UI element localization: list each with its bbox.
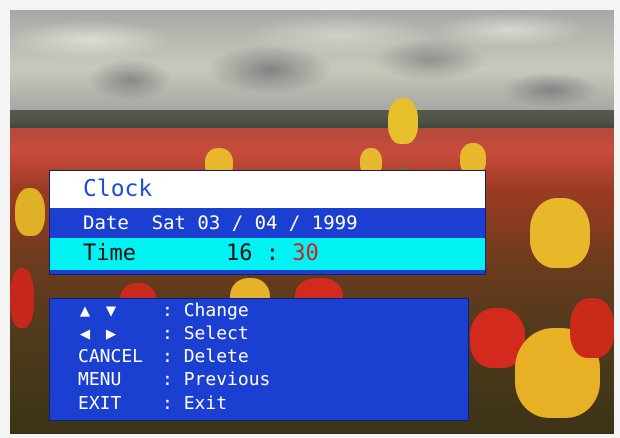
help-separator: : [162, 300, 173, 321]
tulip-yellow [388, 98, 418, 144]
date-row[interactable]: Date Sat 03 / 04 / 1999 [50, 209, 485, 237]
help-key: EXIT [78, 393, 122, 414]
arrow-left-icon: ◀ [79, 324, 91, 344]
help-separator: : [162, 393, 173, 414]
help-action: Previous [183, 369, 271, 390]
arrow-right-icon: ▶ [105, 324, 117, 344]
clock-panel: Clock Date Sat 03 / 04 / 1999 Time 16 : 3… [49, 170, 486, 275]
help-row-change: ▲ ▼: Change [78, 300, 249, 322]
help-action: Select [183, 323, 249, 344]
tulip-yellow [15, 188, 45, 236]
help-separator: : [162, 346, 173, 367]
help-key: MENU [78, 369, 122, 390]
help-row-menu: MENU: Previous [78, 369, 270, 391]
help-action: Delete [183, 346, 249, 367]
time-label: Time [83, 241, 136, 266]
help-key: CANCEL [78, 346, 144, 367]
arrow-down-icon: ▼ [105, 301, 117, 321]
time-row[interactable]: Time 16 : 30 [50, 238, 485, 270]
help-row-cancel: CANCEL: Delete [78, 346, 249, 368]
tulip-red [570, 298, 614, 358]
date-label: Date [83, 212, 129, 234]
time-hour[interactable]: 16 [226, 241, 253, 266]
time-minute[interactable]: 30 [292, 241, 319, 266]
tulip-yellow [530, 198, 590, 268]
help-key: ▲ ▼ [78, 300, 162, 322]
help-row-exit: EXIT: Exit [78, 393, 227, 415]
help-key: ◀ ▶ [78, 323, 162, 345]
help-row-select: ◀ ▶: Select [78, 323, 249, 345]
date-value: Sat 03 / 04 / 1999 [151, 212, 358, 234]
clock-title: Clock [50, 171, 485, 208]
arrow-up-icon: ▲ [79, 301, 91, 321]
time-separator: : [265, 241, 279, 266]
help-separator: : [162, 323, 173, 344]
help-action: Change [183, 300, 249, 321]
tulip-red [10, 268, 34, 328]
help-action: Exit [183, 393, 228, 414]
help-separator: : [162, 369, 173, 390]
key-help-panel: ▲ ▼: Change ◀ ▶: Select CANCEL: Delete MEN… [49, 298, 469, 421]
